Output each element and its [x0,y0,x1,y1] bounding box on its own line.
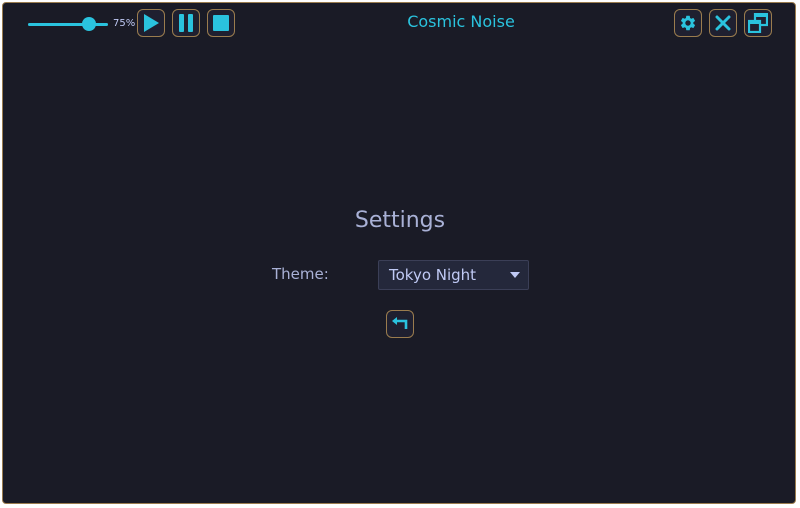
chevron-down-icon [510,272,520,278]
theme-dropdown-value: Tokyo Night [389,266,477,284]
volume-slider[interactable]: 75% [28,16,136,34]
volume-fill [28,23,108,26]
settings-heading: Settings [354,208,446,233]
close-icon [715,15,731,31]
theme-dropdown[interactable]: Tokyo Night [378,260,529,290]
stop-icon [213,15,229,31]
app-window: 75% Cosmic Noise Settings Theme: Tokyo N… [2,2,796,504]
volume-track[interactable] [28,23,108,26]
gear-icon [680,15,696,31]
restore-window-icon [748,13,768,33]
volume-label: 75% [113,18,136,29]
volume-knob[interactable] [82,17,96,31]
theme-label: Theme: [272,265,329,283]
play-icon [144,14,159,32]
return-icon [392,317,408,329]
play-button[interactable] [137,9,165,37]
pause-icon [179,14,193,32]
restore-window-button[interactable] [744,9,772,37]
close-button[interactable] [709,9,737,37]
pause-button[interactable] [172,9,200,37]
back-button[interactable] [386,310,414,338]
settings-button[interactable] [674,9,702,37]
stop-button[interactable] [207,9,235,37]
